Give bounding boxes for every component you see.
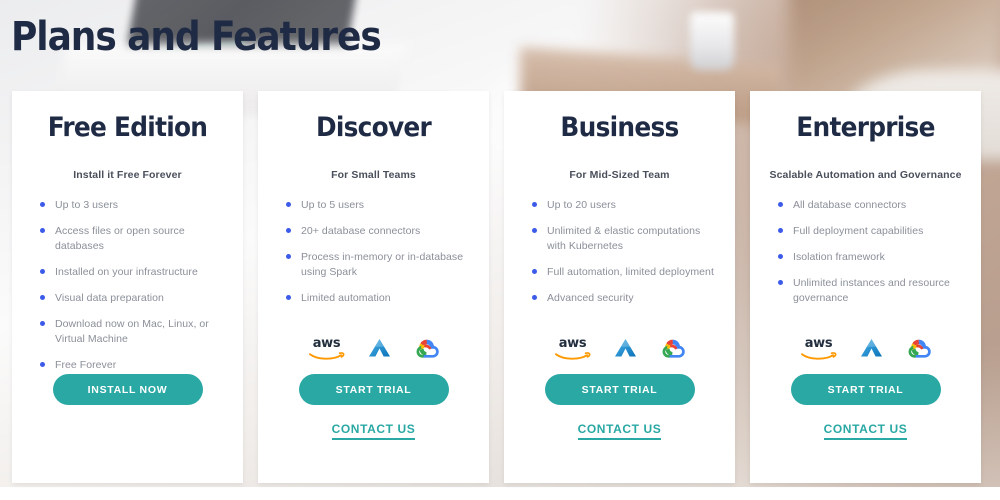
aws-logo-text: aws [558, 336, 587, 351]
pricing-card-business: Business For Mid-Sized Team Up to 20 use… [504, 91, 735, 483]
plan-subtitle: For Mid-Sized Team [569, 168, 670, 181]
aws-swoosh-icon [800, 352, 836, 360]
cta-area: START TRIAL CONTACT US [520, 374, 719, 440]
aws-logo: aws [553, 337, 593, 363]
aws-logo-text: aws [804, 336, 833, 351]
feature-item: Visual data preparation [38, 291, 227, 306]
azure-triangle-icon [860, 338, 882, 356]
feature-item: Process in-memory or in-database using S… [284, 250, 473, 280]
aws-swoosh-icon [308, 352, 344, 360]
google-cloud-logo [412, 336, 441, 365]
cta-button-free-edition[interactable]: INSTALL NOW [52, 374, 203, 405]
plan-title: Enterprise [796, 112, 935, 143]
contact-us-link[interactable]: CONTACT US [577, 422, 662, 440]
cloud-provider-logos: aws [750, 335, 981, 365]
cloud-provider-logos: aws [258, 335, 489, 365]
feature-list: All database connectors Full deployment c… [766, 198, 965, 317]
contact-us-link[interactable]: CONTACT US [823, 422, 908, 440]
feature-item: Up to 5 users [284, 198, 473, 213]
coffee-cup-blur [690, 12, 734, 70]
feature-item: Unlimited instances and resource governa… [776, 276, 965, 306]
aws-logo: aws [799, 337, 839, 363]
feature-list: Up to 3 users Access files or open source… [28, 198, 227, 383]
google-cloud-icon [416, 339, 439, 358]
aws-logo: aws [307, 337, 347, 363]
aws-swoosh-icon [554, 352, 590, 360]
google-cloud-logo [904, 336, 933, 365]
feature-item: All database connectors [776, 198, 965, 213]
cloud-provider-logos: aws [504, 335, 735, 365]
feature-item: Up to 20 users [530, 198, 719, 213]
feature-item: 20+ database connectors [284, 224, 473, 239]
google-cloud-icon [908, 339, 931, 358]
azure-triangle-icon [614, 338, 636, 356]
cta-area: START TRIAL CONTACT US [766, 374, 965, 440]
feature-item: Download now on Mac, Linux, or Virtual M… [38, 317, 227, 347]
pricing-card-free-edition: Free Edition Install it Free Forever Up … [12, 91, 243, 483]
feature-item: Up to 3 users [38, 198, 227, 213]
feature-item: Free Forever [38, 358, 227, 373]
cta-area: START TRIAL CONTACT US [274, 374, 473, 440]
pricing-card-enterprise: Enterprise Scalable Automation and Gover… [750, 91, 981, 483]
google-cloud-logo [658, 336, 687, 365]
cta-button-discover[interactable]: START TRIAL [298, 374, 449, 405]
pricing-page: Plans and Features Free Edition Install … [0, 0, 1000, 500]
feature-item: Advanced security [530, 291, 719, 306]
bottom-strip [0, 487, 1000, 500]
azure-logo [612, 336, 639, 365]
feature-item: Full deployment capabilities [776, 224, 965, 239]
feature-list: Up to 5 users 20+ database connectors Proc… [274, 198, 473, 317]
cta-button-business[interactable]: START TRIAL [544, 374, 695, 405]
google-cloud-icon [662, 339, 685, 358]
cta-button-enterprise[interactable]: START TRIAL [790, 374, 941, 405]
plan-subtitle: Scalable Automation and Governance [769, 168, 962, 181]
feature-item: Limited automation [284, 291, 473, 306]
cta-area: INSTALL NOW [28, 374, 227, 426]
contact-us-link[interactable]: CONTACT US [331, 422, 416, 440]
pricing-cards-row: Free Edition Install it Free Forever Up … [12, 91, 988, 483]
plan-subtitle: Install it Free Forever [73, 168, 182, 181]
aws-logo-text: aws [312, 336, 341, 351]
feature-item: Access files or open source databases [38, 224, 227, 254]
feature-list: Up to 20 users Unlimited & elastic comput… [520, 198, 719, 317]
feature-item: Isolation framework [776, 250, 965, 265]
azure-logo [366, 336, 393, 365]
plan-title: Business [560, 112, 679, 143]
page-title: Plans and Features [11, 14, 382, 60]
plan-subtitle: For Small Teams [331, 168, 416, 181]
feature-item: Full automation, limited deployment [530, 265, 719, 280]
feature-item: Installed on your infrastructure [38, 265, 227, 280]
azure-logo [858, 336, 885, 365]
plan-title: Free Edition [47, 112, 208, 143]
azure-triangle-icon [368, 338, 390, 356]
plan-title: Discover [315, 112, 432, 143]
pricing-card-discover: Discover For Small Teams Up to 5 users 20… [258, 91, 489, 483]
feature-item: Unlimited & elastic computations with Ku… [530, 224, 719, 254]
